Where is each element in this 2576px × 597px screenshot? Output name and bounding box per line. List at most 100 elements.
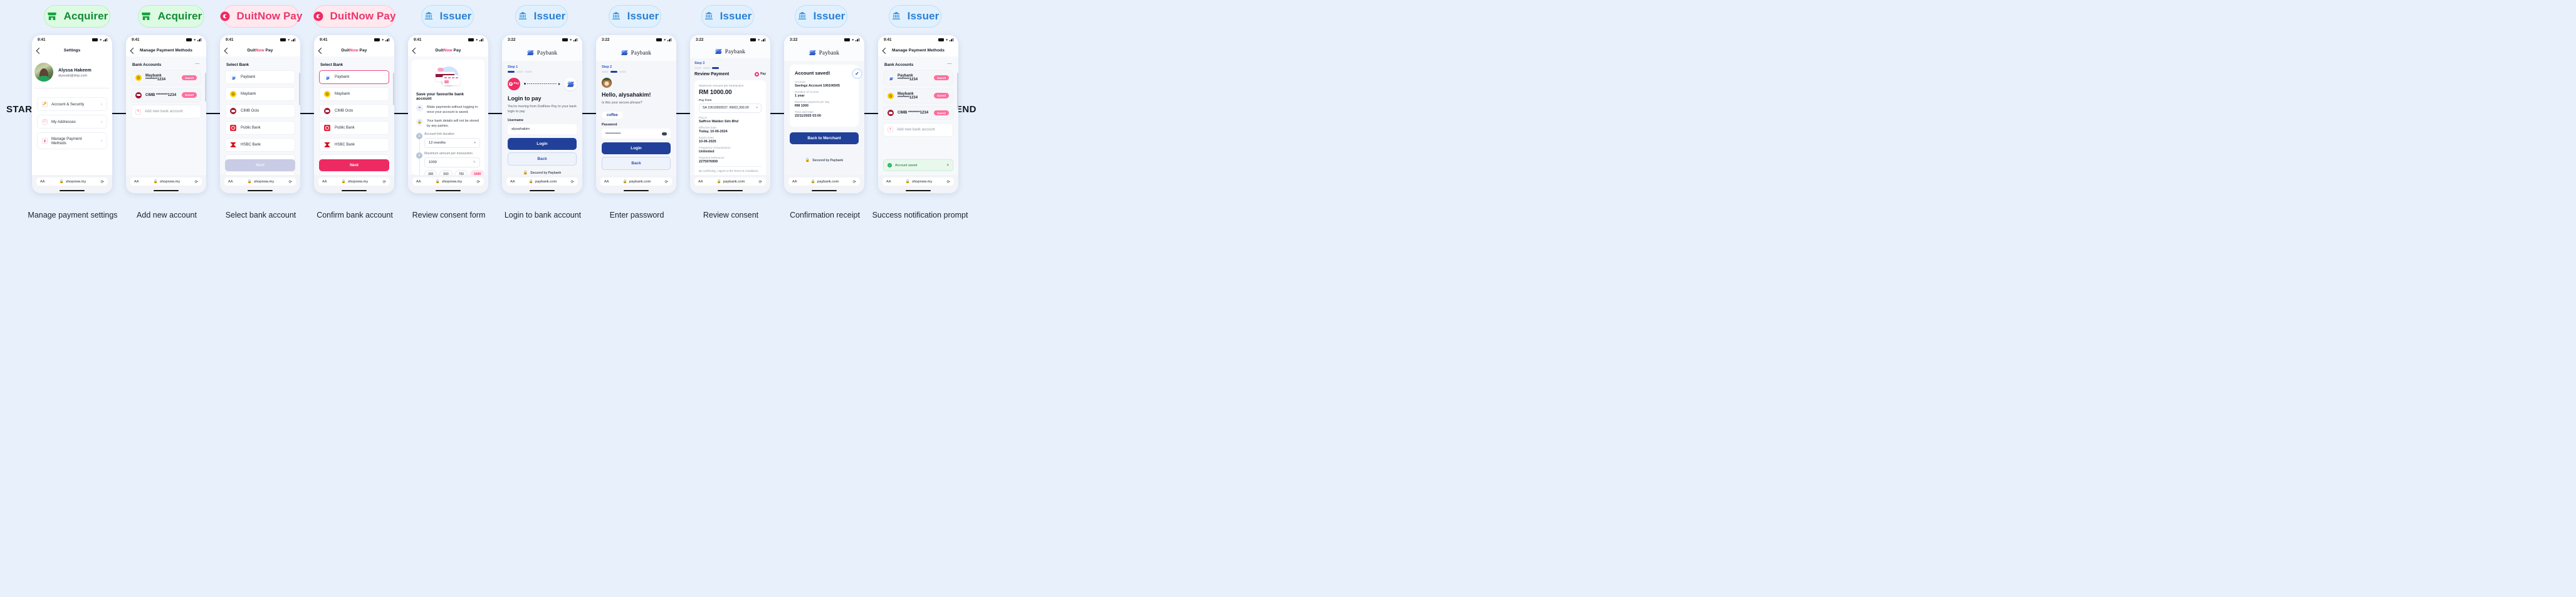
menu-item-my-addresses[interactable]: ☐ My Addresses › bbox=[37, 115, 107, 129]
scrollbar[interactable] bbox=[299, 73, 300, 105]
reload-icon[interactable]: ⟳ bbox=[759, 179, 762, 184]
bank-body: ✓ Account saved! Account Savings Account… bbox=[784, 61, 864, 175]
more-options-icon[interactable]: ⋯ bbox=[195, 62, 200, 66]
duration-select[interactable]: 12 months ▾ bbox=[424, 138, 480, 149]
reload-icon[interactable]: ⟳ bbox=[571, 179, 574, 184]
back-to-merchant-button[interactable]: Back to Merchant bbox=[790, 132, 859, 144]
home-indicator bbox=[596, 188, 676, 193]
url-bar[interactable]: AA 🔒 shopnow.my ⟳ bbox=[224, 177, 296, 186]
bank-name: Paybank bbox=[819, 50, 840, 56]
account-row[interactable]: Maybank ********1234 Saved bbox=[131, 70, 201, 85]
bank-option-hsbc[interactable]: HSBC Bank bbox=[225, 137, 295, 152]
url-bar[interactable]: AA 🔒 shopnow.my ⟳ bbox=[130, 177, 202, 186]
step-label: Maximum amount per transaction bbox=[424, 152, 473, 156]
reload-icon[interactable]: ⟳ bbox=[289, 179, 292, 184]
close-icon[interactable]: × bbox=[946, 164, 949, 167]
bank-option-standard-chartered[interactable]: Standard Chartered bbox=[225, 171, 295, 175]
back-icon[interactable] bbox=[36, 47, 43, 54]
back-icon[interactable] bbox=[224, 47, 231, 54]
back-icon[interactable] bbox=[412, 47, 419, 54]
url-bar[interactable]: AA 🔒 paybank.com ⟳ bbox=[788, 177, 860, 186]
home-indicator bbox=[408, 188, 488, 193]
next-button[interactable]: Next bbox=[319, 159, 389, 171]
bank-name: Paybank bbox=[725, 48, 746, 55]
reload-icon[interactable]: ⟳ bbox=[947, 179, 950, 184]
url-bar[interactable]: AA 🔒 shopnow.my ⟳ bbox=[36, 177, 108, 186]
scrollbar[interactable] bbox=[205, 73, 206, 102]
bank-option-cimb-octo[interactable]: CIMB Octo bbox=[225, 103, 295, 119]
bank-option-maybank[interactable]: Maybank bbox=[319, 87, 389, 102]
login-button[interactable]: Login bbox=[602, 142, 671, 155]
text-size-icon[interactable]: AA bbox=[510, 180, 515, 184]
account-row[interactable]: CIMB ********1234 Saved bbox=[131, 88, 201, 102]
reload-icon[interactable]: ⟳ bbox=[101, 179, 104, 184]
bank-option-hsbc[interactable]: HSBC Bank bbox=[319, 137, 389, 152]
url-bar[interactable]: AA 🔒 shopnow.my ⟳ bbox=[412, 177, 484, 186]
edit-icon[interactable]: ✎ bbox=[473, 161, 476, 164]
next-button[interactable]: Next bbox=[225, 159, 295, 171]
password-input[interactable]: •••••••••••• bbox=[602, 129, 671, 139]
reload-icon[interactable]: ⟳ bbox=[665, 179, 668, 184]
add-bank-account-button[interactable]: + Add new bank account bbox=[131, 105, 201, 119]
url-bar[interactable]: AA 🔒 shopnow.my ⟳ bbox=[882, 177, 954, 186]
url-text: paybank.com bbox=[629, 179, 651, 184]
amount-chip-500[interactable]: 500 bbox=[439, 170, 453, 175]
max-amount-input[interactable]: 1000 ✎ bbox=[424, 157, 480, 168]
more-options-icon[interactable]: ⋯ bbox=[947, 62, 952, 66]
bank-option-public-bank[interactable]: Public Bank bbox=[225, 120, 295, 135]
reload-icon[interactable]: ⟳ bbox=[853, 179, 856, 184]
back-icon[interactable] bbox=[318, 47, 325, 54]
add-bank-account-button[interactable]: + Add new bank account bbox=[883, 122, 953, 137]
account-row[interactable]: Paybank ********1234 Saved bbox=[883, 70, 953, 85]
lock-icon: 🔒 bbox=[435, 179, 440, 184]
toggle-password-visibility-icon[interactable] bbox=[662, 132, 667, 135]
login-button[interactable]: Login bbox=[508, 138, 577, 151]
back-button[interactable]: Back bbox=[508, 152, 577, 166]
bank-option-cimb-octo[interactable]: CIMB Octo bbox=[319, 103, 389, 119]
account-row[interactable]: CIMB ********1234 Saved bbox=[883, 106, 953, 120]
back-button[interactable]: Back bbox=[602, 157, 671, 171]
browser-chrome: AA 🔒 shopnow.my ⟳ bbox=[408, 175, 488, 188]
url-bar[interactable]: AA 🔒 paybank.com ⟳ bbox=[600, 177, 672, 186]
text-size-icon[interactable]: AA bbox=[792, 180, 797, 184]
text-size-icon[interactable]: AA bbox=[886, 180, 891, 184]
step-number: 1 bbox=[416, 133, 422, 140]
reload-icon[interactable]: ⟳ bbox=[195, 179, 198, 184]
text-size-icon[interactable]: AA bbox=[416, 180, 421, 184]
amount-chip-1000[interactable]: 1000 bbox=[470, 170, 484, 175]
menu-item-manage-payment-methods[interactable]: ▮ Manage Payment Methods › bbox=[37, 132, 107, 149]
signal-icon bbox=[291, 38, 295, 41]
text-size-icon[interactable]: AA bbox=[698, 180, 703, 184]
text-size-icon[interactable]: AA bbox=[322, 180, 327, 184]
menu-item-account-security[interactable]: 🔑 Account & Security › bbox=[37, 97, 107, 111]
reload-icon[interactable]: ⟳ bbox=[477, 179, 480, 184]
back-icon[interactable] bbox=[882, 47, 889, 54]
bank-option-standard-chartered[interactable]: Standard Chartered bbox=[319, 171, 389, 175]
bank-option-maybank[interactable]: Maybank bbox=[225, 87, 295, 102]
bank-option-paybank-selected[interactable]: Paybank bbox=[319, 70, 389, 85]
reload-icon[interactable]: ⟳ bbox=[383, 179, 386, 184]
detail-row-account: Account Savings Account 106106505 bbox=[795, 80, 854, 88]
scrollbar[interactable] bbox=[393, 73, 394, 105]
url-bar[interactable]: AA 🔒 shopnow.my ⟳ bbox=[318, 177, 390, 186]
bank-option-public-bank[interactable]: Public Bank bbox=[319, 120, 389, 135]
public-bank-logo-icon bbox=[324, 124, 330, 131]
text-size-icon[interactable]: AA bbox=[228, 180, 233, 184]
amount-chip-300[interactable]: 300 bbox=[424, 170, 437, 175]
status-bar: 3:22 ◕ bbox=[690, 35, 770, 45]
url-bar[interactable]: AA 🔒 paybank.com ⟳ bbox=[694, 177, 766, 186]
cimb-logo-icon bbox=[135, 92, 142, 98]
pay-from-select[interactable]: SA 10610650537, RM22,300.00 ▾ bbox=[699, 103, 762, 113]
url-bar[interactable]: AA 🔒 paybank.com ⟳ bbox=[506, 177, 578, 186]
status-bar: 9:41 ◕ bbox=[32, 35, 112, 45]
amount-chip-700[interactable]: 700 bbox=[454, 170, 468, 175]
bank-option-paybank[interactable]: Paybank bbox=[225, 70, 295, 85]
scrollbar[interactable] bbox=[957, 73, 958, 109]
text-size-icon[interactable]: AA bbox=[40, 180, 45, 184]
text-size-icon[interactable]: AA bbox=[134, 180, 139, 184]
back-icon[interactable] bbox=[130, 47, 137, 54]
username-input[interactable]: alysahakim bbox=[508, 124, 577, 135]
account-row[interactable]: Maybank ********1234 Saved bbox=[883, 88, 953, 103]
browser-chrome: AA 🔒 shopnow.my ⟳ bbox=[878, 175, 958, 188]
text-size-icon[interactable]: AA bbox=[604, 180, 609, 184]
